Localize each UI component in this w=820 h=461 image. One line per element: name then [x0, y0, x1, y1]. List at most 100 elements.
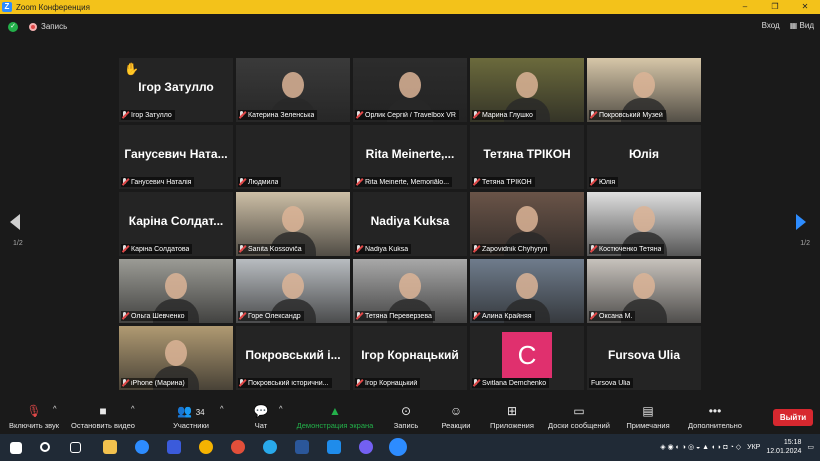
- participant-caption: Sanita Kossoviča: [238, 244, 305, 254]
- app-icon[interactable]: [327, 440, 341, 454]
- muted-mic-icon: [589, 111, 597, 119]
- participant-name: Nadiya Kuksa: [365, 245, 409, 253]
- participant-face: [282, 206, 304, 232]
- record-button[interactable]: ⊙ Запись: [388, 404, 424, 430]
- edge-browser-icon[interactable]: [135, 440, 149, 454]
- participant-tile[interactable]: Sanita Kossoviča: [236, 192, 350, 256]
- security-app-icon[interactable]: [167, 440, 181, 454]
- reactions-button[interactable]: ☺ Реакции: [439, 404, 473, 430]
- next-page-button[interactable]: [790, 214, 810, 234]
- participant-tile[interactable]: Ольга Шевченко: [119, 259, 233, 323]
- participant-tile[interactable]: Юлія Юлія: [587, 125, 701, 189]
- participant-display-name: Ігор Затулло: [138, 80, 214, 94]
- language-indicator[interactable]: УКР: [747, 444, 760, 451]
- chrome-icon[interactable]: [231, 440, 245, 454]
- participant-caption: Ігор Затулло: [121, 110, 175, 120]
- chat-button[interactable]: 💬 Чат: [248, 404, 274, 430]
- participant-tile[interactable]: Оксана М.: [587, 259, 701, 323]
- participant-display-name: Ігор Корнацький: [361, 348, 459, 362]
- recording-dot-icon: [29, 22, 37, 31]
- participant-tile[interactable]: Fursova Ulia Fursova Ulia: [587, 326, 701, 390]
- participant-name: Zapovidnik Chyhyryn: [482, 245, 548, 253]
- participant-tile[interactable]: Ігор Корнацький Ігор Корнацький: [353, 326, 467, 390]
- muted-mic-icon: [589, 245, 597, 253]
- participant-tile[interactable]: Каріна Солдат... Каріна Солдатова: [119, 192, 233, 256]
- enter-button[interactable]: Вход: [762, 21, 780, 30]
- record-label: Запись: [393, 421, 419, 430]
- participant-tile[interactable]: Тетяна Переверзева: [353, 259, 467, 323]
- participant-tile[interactable]: iPhone (Марина): [119, 326, 233, 390]
- participant-tile[interactable]: Людмила: [236, 125, 350, 189]
- participant-tile[interactable]: Покровський і... Покровський історични...: [236, 326, 350, 390]
- participant-tile[interactable]: Орлик Сергій / Travelbox VR: [353, 58, 467, 122]
- participant-caption: Ігор Корнацький: [355, 378, 421, 388]
- clock[interactable]: 15:18 12.01.2024: [766, 438, 801, 456]
- more-button[interactable]: ••• Дополнительно: [684, 404, 746, 430]
- notification-icon[interactable]: ▭: [807, 443, 814, 451]
- minimize-button[interactable]: –: [730, 0, 760, 14]
- participant-tile[interactable]: Алина Крайняя: [470, 259, 584, 323]
- participant-tile[interactable]: Zapovidnik Chyhyryn: [470, 192, 584, 256]
- participant-name: Тетяна Переверзева: [365, 312, 432, 320]
- arrow-left-icon: [10, 214, 20, 230]
- participant-tile[interactable]: Nadiya Kuksa Nadiya Kuksa: [353, 192, 467, 256]
- participant-name: Ольга Шевченко: [131, 312, 185, 320]
- participant-face: [399, 72, 421, 98]
- video-options-caret-icon[interactable]: ^: [131, 404, 135, 413]
- viber-icon[interactable]: [359, 440, 373, 454]
- participant-tile[interactable]: Тетяна ТРІКОН Тетяна ТРІКОН: [470, 125, 584, 189]
- task-view-icon[interactable]: [70, 442, 81, 453]
- participant-caption: Каріна Солдатова: [121, 244, 193, 254]
- participant-face: [633, 72, 655, 98]
- apps-button[interactable]: ⊞ Приложения: [487, 404, 537, 430]
- leave-button[interactable]: Выйти: [773, 409, 813, 426]
- participant-tile[interactable]: Костюченко Тетяна: [587, 192, 701, 256]
- zoom-window: Z Zoom Конференция – ❐ ✕ ✓ Запись Вход ▦…: [0, 0, 820, 461]
- recording-indicator[interactable]: Запись: [29, 22, 67, 31]
- norton-icon[interactable]: [199, 440, 213, 454]
- page-indicator-left: 1/2: [13, 240, 23, 247]
- windows-start-icon[interactable]: [10, 442, 22, 454]
- participant-caption: iPhone (Марина): [121, 378, 188, 388]
- tray-icons[interactable]: ◈ ◉ ◐ ◑ ◎ ◒ ▲ ◖ ◗ ◘ ◔ ◇: [660, 443, 741, 451]
- notes-button[interactable]: ▤ Примечания: [624, 404, 672, 430]
- audio-options-caret-icon[interactable]: ^: [53, 404, 57, 413]
- muted-mic-icon: [238, 379, 246, 387]
- word-icon[interactable]: [295, 440, 309, 454]
- previous-page-button[interactable]: [10, 214, 30, 234]
- restore-button[interactable]: ❐: [760, 0, 790, 14]
- participant-display-name: Покровський і...: [245, 348, 341, 362]
- participant-tile[interactable]: C Svitlana Demchenko: [470, 326, 584, 390]
- security-shield-icon[interactable]: ✓: [8, 22, 18, 32]
- participant-tile[interactable]: Покровський Музей: [587, 58, 701, 122]
- participant-tile[interactable]: Ганусевич Ната... Ганусевич Наталія: [119, 125, 233, 189]
- participant-name: Sanita Kossoviča: [248, 245, 302, 253]
- view-button[interactable]: ▦ Вид: [790, 21, 814, 30]
- gallery-grid: Ігор Затулло ✋ Ігор Затулло Катерина Зеленс…: [119, 58, 701, 391]
- participant-tile[interactable]: Ігор Затулло ✋ Ігор Затулло: [119, 58, 233, 122]
- notes-icon: ▤: [642, 404, 654, 418]
- participants-options-caret-icon[interactable]: ^: [220, 404, 224, 413]
- participant-name: Ігор Затулло: [131, 111, 172, 119]
- participant-tile[interactable]: Горе Олександр: [236, 259, 350, 323]
- chat-options-caret-icon[interactable]: ^: [279, 404, 283, 413]
- zoom-taskbar-icon[interactable]: [389, 438, 407, 456]
- participant-caption: Орлик Сергій / Travelbox VR: [355, 110, 459, 120]
- share-screen-button[interactable]: ▲ Демонстрация экрана: [292, 404, 378, 430]
- raised-hand-icon: ✋: [124, 62, 139, 76]
- participant-face: [282, 273, 304, 299]
- participant-tile[interactable]: Катерина Зеленська: [236, 58, 350, 122]
- participant-caption: Марина Глушко: [472, 110, 536, 120]
- file-explorer-icon[interactable]: [103, 440, 117, 454]
- whiteboards-button[interactable]: ▭ Доски сообщений: [545, 404, 613, 430]
- participants-button[interactable]: 👥 34 Участники: [166, 404, 216, 430]
- stop-video-button[interactable]: ■ Остановить видео: [70, 404, 136, 430]
- participant-tile[interactable]: Rita Meinerte,... Rita Meinerte, Memoriāl…: [353, 125, 467, 189]
- close-button[interactable]: ✕: [790, 0, 820, 14]
- participant-face: [282, 72, 304, 98]
- participant-tile[interactable]: Марина Глушко: [470, 58, 584, 122]
- telegram-icon[interactable]: [263, 440, 277, 454]
- participant-avatar: C: [502, 332, 552, 378]
- participant-caption: Zapovidnik Chyhyryn: [472, 244, 551, 254]
- search-icon[interactable]: [40, 442, 50, 452]
